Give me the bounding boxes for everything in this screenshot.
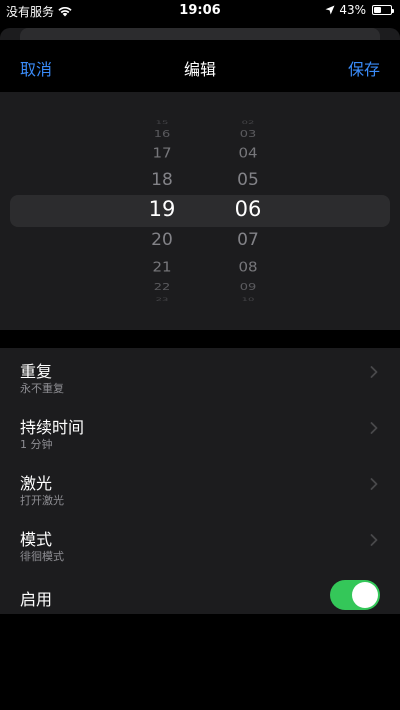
- hour-wheel-item[interactable]: 21: [132, 260, 192, 275]
- nav-bar: 取消 编辑 保存: [0, 40, 400, 92]
- enable-row: 启用: [0, 576, 400, 614]
- repeat-row[interactable]: 重复 永不重复: [0, 348, 400, 404]
- repeat-title: 重复: [20, 362, 53, 381]
- minute-wheel-item[interactable]: 07: [218, 232, 278, 249]
- toggle-knob: [352, 582, 378, 608]
- section-gap: [0, 330, 400, 348]
- hour-wheel-item[interactable]: 18: [132, 172, 192, 189]
- minute-wheel-item[interactable]: 02: [218, 121, 278, 126]
- minute-wheel-item[interactable]: 06: [218, 199, 278, 220]
- repeat-value: 永不重复: [20, 382, 64, 395]
- status-bar: 没有服务 19:06 43%: [0, 0, 400, 22]
- hour-wheel[interactable]: 15 16 17 18 19 20 21 22 23: [132, 92, 192, 330]
- battery-percent: 43%: [339, 3, 366, 17]
- page-title: 编辑: [183, 60, 216, 79]
- battery-icon: [372, 5, 394, 15]
- hour-wheel-item[interactable]: 15: [132, 121, 192, 126]
- chevron-right-icon: [370, 534, 378, 546]
- minute-wheel[interactable]: 02 03 04 05 06 07 08 09 10: [218, 92, 278, 330]
- hour-wheel-item[interactable]: 20: [132, 232, 192, 249]
- hour-wheel-item[interactable]: 16: [132, 130, 192, 140]
- minute-wheel-item[interactable]: 04: [218, 146, 278, 161]
- stacked-card-edge: [20, 28, 380, 40]
- laser-value: 打开激光: [20, 494, 64, 507]
- laser-title: 激光: [20, 474, 53, 493]
- mode-value: 徘徊模式: [20, 550, 64, 563]
- chevron-right-icon: [370, 366, 378, 378]
- enable-title: 启用: [20, 590, 53, 609]
- enable-toggle[interactable]: [330, 580, 380, 610]
- minute-wheel-item[interactable]: 10: [218, 298, 278, 303]
- status-right: 43%: [325, 3, 394, 17]
- laser-row[interactable]: 激光 打开激光: [0, 460, 400, 516]
- hour-wheel-item[interactable]: 19: [132, 199, 192, 220]
- minute-wheel-item[interactable]: 03: [218, 130, 278, 140]
- duration-row[interactable]: 持续时间 1 分钟: [0, 404, 400, 460]
- chevron-right-icon: [370, 422, 378, 434]
- save-button[interactable]: 保存: [348, 56, 380, 80]
- chevron-right-icon: [370, 478, 378, 490]
- hour-wheel-item[interactable]: 22: [132, 283, 192, 293]
- mode-row[interactable]: 模式 徘徊模式: [0, 516, 400, 572]
- duration-value: 1 分钟: [20, 438, 53, 451]
- minute-wheel-item[interactable]: 08: [218, 260, 278, 275]
- minute-wheel-item[interactable]: 05: [218, 172, 278, 189]
- hour-wheel-item[interactable]: 17: [132, 146, 192, 161]
- location-arrow-icon: [325, 5, 335, 15]
- duration-title: 持续时间: [20, 418, 85, 437]
- time-picker[interactable]: 15 16 17 18 19 20 21 22 23 02 03 04 05 06 07 08 09 10: [0, 92, 400, 330]
- minute-wheel-item[interactable]: 09: [218, 283, 278, 293]
- hour-wheel-item[interactable]: 23: [132, 298, 192, 303]
- settings-list: 重复 永不重复 持续时间 1 分钟 激光 打开激光 模式 徘徊模式 启用: [0, 348, 400, 614]
- mode-title: 模式: [20, 530, 53, 549]
- battery-fill: [374, 7, 381, 13]
- bottom-background: [0, 614, 400, 710]
- picker-selection-highlight: [10, 195, 390, 227]
